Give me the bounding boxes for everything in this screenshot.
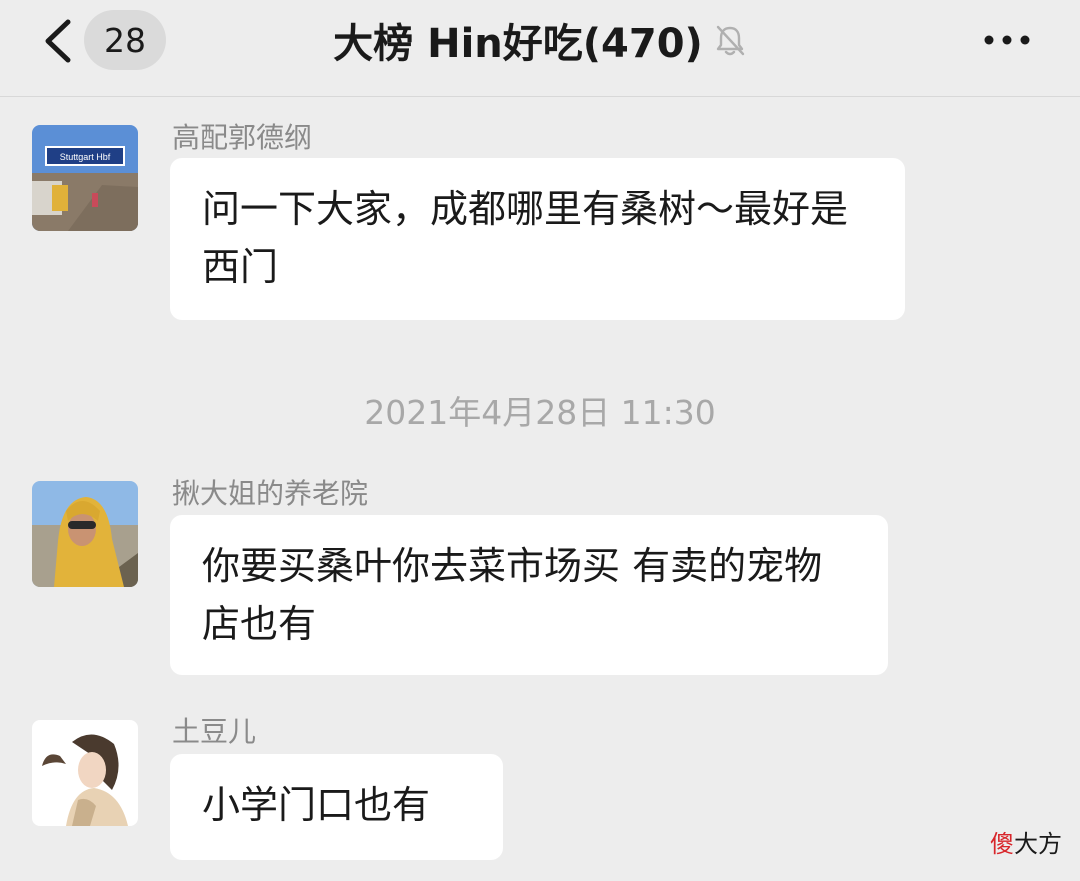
avatar-sender-2[interactable]: [32, 481, 138, 587]
sender-name: 高配郭德纲: [172, 121, 313, 154]
message-text: 你要买桑叶你去菜市场买 有卖的宠物店也有: [202, 544, 823, 646]
chat-title[interactable]: 大榜 Hin好吃(470): [333, 11, 703, 69]
avatar-sender-1[interactable]: Stuttgart Hbf: [32, 125, 138, 231]
message-bubble[interactable]: 问一下大家，成都哪里有桑树～最好是西门: [170, 158, 905, 320]
message-text: 小学门口也有: [202, 783, 431, 827]
sender-name: 土豆儿: [172, 715, 257, 748]
more-dots-icon[interactable]: [982, 30, 1032, 50]
watermark-part-1: 傻: [990, 830, 1014, 858]
message-bubble[interactable]: 你要买桑叶你去菜市场买 有卖的宠物店也有: [170, 515, 888, 675]
chat-header: 28 大榜 Hin好吃(470): [0, 0, 1080, 97]
watermark-part-2: 大方: [1014, 830, 1062, 858]
mute-bell-icon: [716, 25, 745, 56]
watermark: 傻大方: [990, 824, 1062, 859]
message-bubble[interactable]: 小学门口也有: [170, 754, 503, 860]
avatar-sender-3[interactable]: [32, 720, 138, 826]
chat-timestamp: 2021年4月28日 11:30: [364, 393, 716, 432]
title-area: 大榜 Hin好吃(470): [0, 0, 1080, 80]
station-sign-text: Stuttgart Hbf: [60, 152, 111, 162]
message-text: 问一下大家，成都哪里有桑树～最好是西门: [202, 187, 849, 289]
sender-name: 揪大姐的养老院: [172, 477, 369, 510]
